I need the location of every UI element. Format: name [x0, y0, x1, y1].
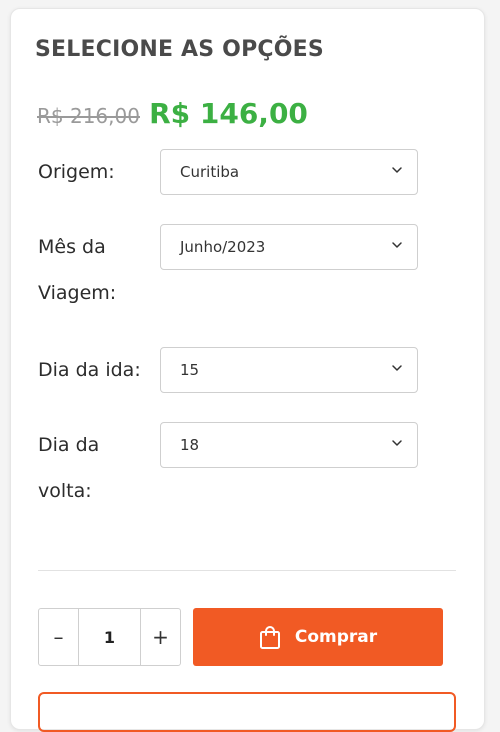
- quantity-stepper: – 1 +: [38, 608, 181, 666]
- origem-selected-value: Curitiba: [180, 163, 240, 181]
- options-title: SELECIONE AS OPÇÕES: [35, 37, 324, 62]
- current-price: R$ 146,00: [149, 97, 308, 130]
- volta-select[interactable]: 18: [160, 422, 418, 468]
- buy-button[interactable]: Comprar: [193, 608, 443, 666]
- chevron-down-icon: [392, 242, 402, 248]
- mes-label: Mês da Viagem:: [38, 236, 117, 304]
- product-options-card: SELECIONE AS OPÇÕES R$ 216,00 R$ 146,00 …: [10, 8, 485, 732]
- ida-label: Dia da ida:: [38, 359, 141, 381]
- chevron-down-icon: [392, 167, 402, 173]
- volta-selected-value: 18: [180, 436, 200, 454]
- ida-selected-value: 15: [180, 361, 200, 379]
- ida-select[interactable]: 15: [160, 347, 418, 393]
- price-row: R$ 216,00 R$ 146,00: [37, 97, 308, 130]
- mes-selected-value: Junho/2023: [180, 238, 266, 256]
- origem-label: Origem:: [38, 161, 115, 183]
- old-price: R$ 216,00: [37, 104, 140, 128]
- decrease-quantity-button[interactable]: –: [39, 609, 78, 665]
- divider: [38, 570, 456, 571]
- origem-select[interactable]: Curitiba: [160, 149, 418, 195]
- secondary-button[interactable]: [38, 692, 456, 732]
- increase-quantity-button[interactable]: +: [141, 609, 180, 665]
- chevron-down-icon: [392, 365, 402, 371]
- shopping-bag-icon: [259, 626, 280, 649]
- mes-select[interactable]: Junho/2023: [160, 224, 418, 270]
- volta-label: Dia da volta:: [38, 434, 100, 502]
- chevron-down-icon: [392, 440, 402, 446]
- buy-button-label: Comprar: [294, 627, 378, 647]
- quantity-input[interactable]: 1: [78, 609, 141, 665]
